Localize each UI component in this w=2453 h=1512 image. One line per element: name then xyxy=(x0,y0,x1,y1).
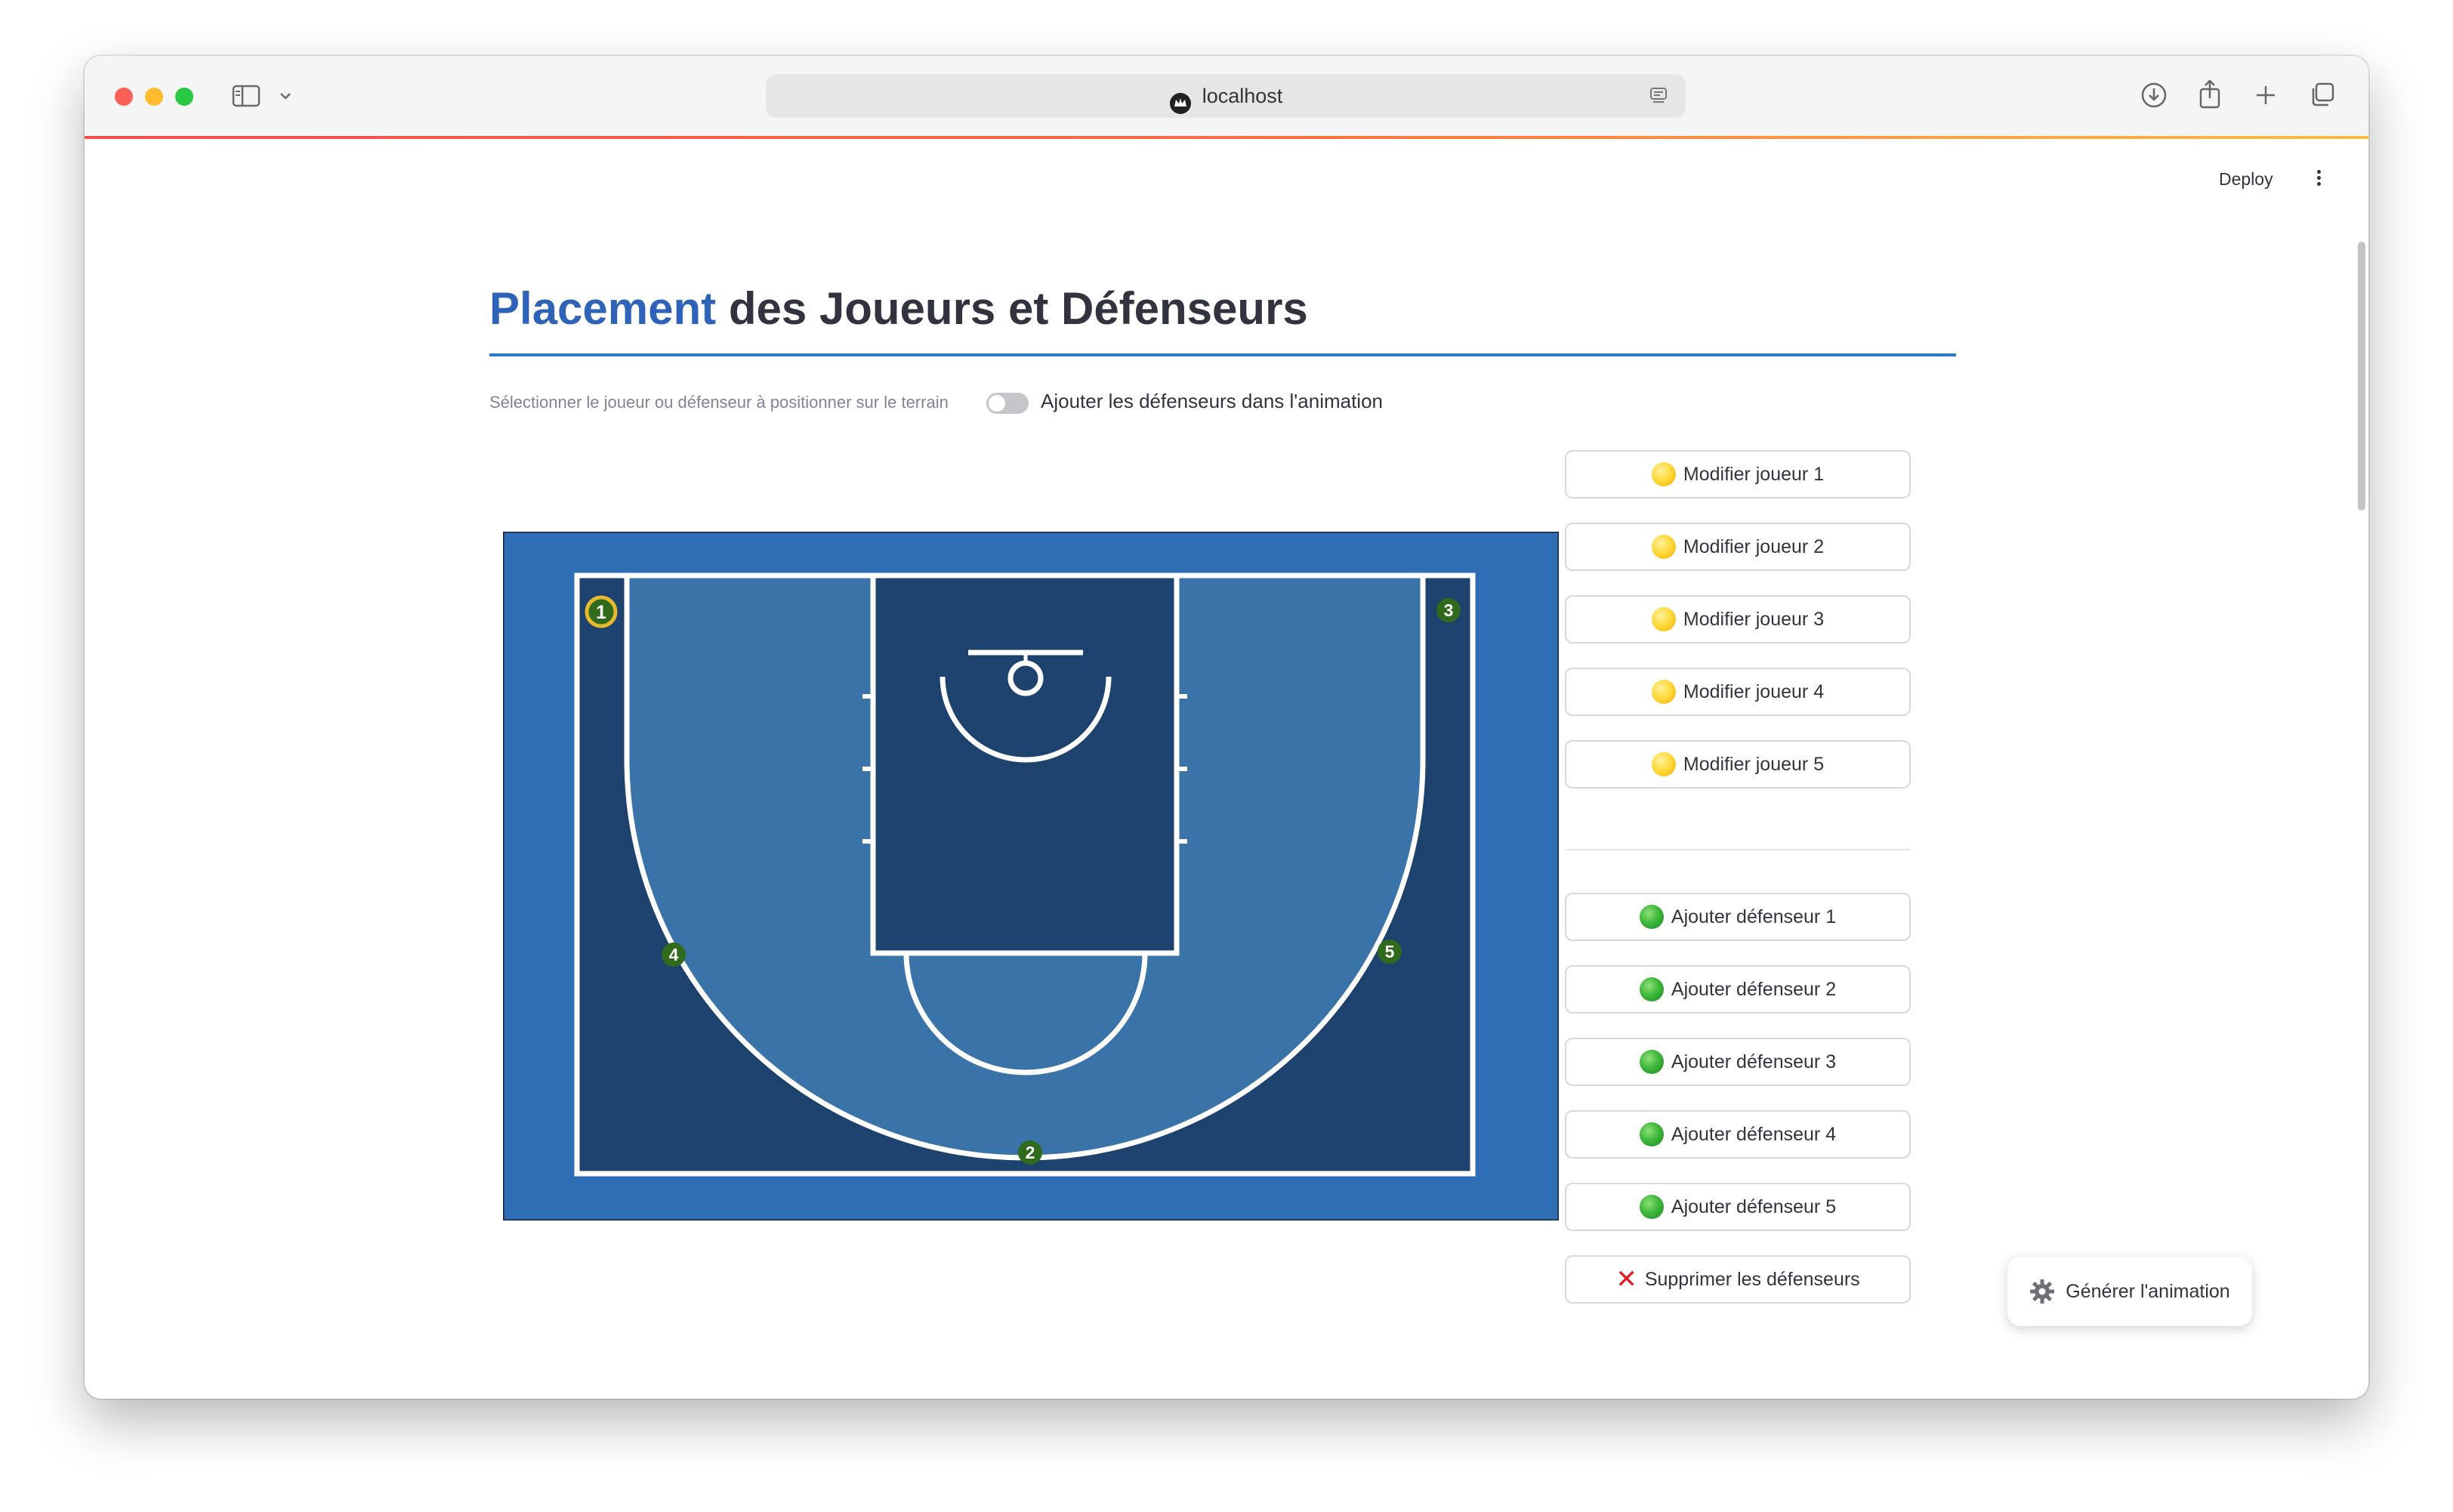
modify-player-4-button[interactable]: Modifier joueur 4 xyxy=(1565,668,1911,716)
player-3-number: 3 xyxy=(1444,600,1454,620)
basketball-court[interactable]: 1 2 3 4 5 xyxy=(503,532,1559,1220)
button-label: Générer l'animation xyxy=(2066,1280,2230,1302)
new-tab-icon[interactable] xyxy=(2251,80,2281,110)
yellow-circle-icon xyxy=(1651,462,1676,486)
button-label: Modifier joueur 4 xyxy=(1683,680,1825,702)
yellow-circle-icon xyxy=(1651,607,1676,631)
tab-overview-icon[interactable] xyxy=(2306,79,2338,110)
player-4-marker[interactable]: 4 xyxy=(662,943,686,967)
modify-player-2-button[interactable]: Modifier joueur 2 xyxy=(1565,523,1911,571)
defenders-toggle[interactable] xyxy=(986,393,1029,414)
buttons-divider xyxy=(1565,849,1911,850)
yellow-circle-icon xyxy=(1651,680,1676,704)
add-defender-3-button[interactable]: Ajouter défenseur 3 xyxy=(1565,1038,1911,1086)
add-defender-4-button[interactable]: Ajouter défenseur 4 xyxy=(1565,1110,1911,1159)
button-label: Ajouter défenseur 4 xyxy=(1671,1123,1837,1145)
toggle-knob xyxy=(989,395,1005,412)
chevron-down-icon[interactable] xyxy=(278,88,293,104)
player-3-marker[interactable]: 3 xyxy=(1436,598,1461,622)
green-circle-icon xyxy=(1639,977,1664,1001)
page-title-accent: Placement xyxy=(489,283,717,334)
address-bar[interactable]: localhost xyxy=(766,74,1686,118)
select-player-label: Sélectionner le joueur ou défenseur à po… xyxy=(489,393,949,412)
url-text: localhost xyxy=(766,74,1686,118)
button-label: Ajouter défenseur 2 xyxy=(1671,978,1837,1000)
button-label: Modifier joueur 2 xyxy=(1683,535,1825,557)
player-5-number: 5 xyxy=(1385,942,1395,961)
green-circle-icon xyxy=(1639,1195,1664,1219)
reader-mode-icon[interactable] xyxy=(1648,85,1669,106)
green-circle-icon xyxy=(1639,1122,1664,1146)
yellow-circle-icon xyxy=(1651,752,1676,776)
scrollbar[interactable] xyxy=(2358,242,2365,511)
modify-player-5-button[interactable]: Modifier joueur 5 xyxy=(1565,740,1911,788)
add-defender-5-button[interactable]: Ajouter défenseur 5 xyxy=(1565,1183,1911,1231)
paint-area xyxy=(870,572,1180,956)
browser-window: localhost Deploy Placement des Joueurs e… xyxy=(85,56,2368,1399)
browser-titlebar: localhost xyxy=(85,56,2368,137)
player-4-number: 4 xyxy=(669,945,679,964)
download-icon[interactable] xyxy=(2139,80,2169,110)
main-menu-icon[interactable] xyxy=(2314,168,2323,190)
page-title-rest: des Joueurs et Défenseurs xyxy=(716,283,1308,334)
button-label: Ajouter défenseur 3 xyxy=(1671,1051,1837,1072)
gear-icon xyxy=(2029,1279,2055,1304)
player-2-marker[interactable]: 2 xyxy=(1018,1140,1042,1165)
green-circle-icon xyxy=(1639,1050,1664,1074)
green-circle-icon xyxy=(1639,905,1664,929)
share-icon[interactable] xyxy=(2195,77,2225,110)
site-favicon-icon xyxy=(1169,86,1192,114)
url-label: localhost xyxy=(1202,85,1283,107)
close-window-button[interactable] xyxy=(115,88,133,106)
button-label: Modifier joueur 3 xyxy=(1683,608,1825,630)
generate-animation-button[interactable]: Générer l'animation xyxy=(2007,1257,2252,1326)
modify-player-3-button[interactable]: Modifier joueur 3 xyxy=(1565,595,1911,643)
button-label: Supprimer les défenseurs xyxy=(1644,1268,1860,1290)
zoom-window-button[interactable] xyxy=(175,88,193,106)
player-2-number: 2 xyxy=(1026,1143,1035,1162)
button-label: Modifier joueur 1 xyxy=(1683,463,1825,485)
title-divider xyxy=(489,353,1956,356)
button-label: Ajouter défenseur 5 xyxy=(1671,1196,1837,1217)
button-label: Ajouter défenseur 1 xyxy=(1671,906,1837,927)
deploy-button[interactable]: Deploy xyxy=(2219,169,2273,190)
yellow-circle-icon xyxy=(1651,535,1676,559)
player-1-marker[interactable]: 1 xyxy=(585,595,618,628)
player-1-number: 1 xyxy=(596,602,606,623)
app-header-decoration xyxy=(85,136,2368,139)
defenders-toggle-label: Ajouter les défenseurs dans l'animation xyxy=(1041,390,1384,412)
sidebar-toggle-icon[interactable] xyxy=(231,83,261,109)
page-title: Placement des Joueurs et Défenseurs xyxy=(489,282,1308,335)
remove-defenders-button[interactable]: ✕ Supprimer les défenseurs xyxy=(1565,1255,1911,1304)
modify-player-1-button[interactable]: Modifier joueur 1 xyxy=(1565,450,1911,498)
add-defender-2-button[interactable]: Ajouter défenseur 2 xyxy=(1565,965,1911,1014)
player-5-marker[interactable]: 5 xyxy=(1378,940,1402,964)
minimize-window-button[interactable] xyxy=(145,88,163,106)
button-label: Modifier joueur 5 xyxy=(1683,753,1825,775)
add-defender-1-button[interactable]: Ajouter défenseur 1 xyxy=(1565,893,1911,941)
red-x-icon: ✕ xyxy=(1615,1265,1637,1294)
